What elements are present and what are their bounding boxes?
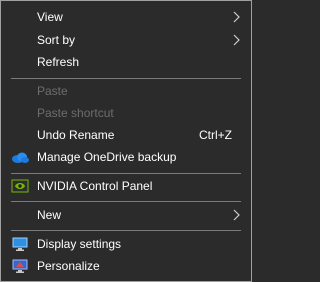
menu-item-personalize[interactable]: Personalize bbox=[1, 255, 251, 277]
menu-item-shortcut: Ctrl+Z bbox=[199, 128, 232, 142]
menu-item-label: View bbox=[37, 10, 63, 24]
menu-item-refresh[interactable]: Refresh bbox=[1, 51, 251, 73]
display-icon bbox=[12, 237, 28, 251]
chevron-right-icon bbox=[233, 11, 240, 23]
personalize-icon bbox=[12, 259, 28, 273]
menu-item-display-settings[interactable]: Display settings bbox=[1, 233, 251, 255]
menu-item-label: Paste shortcut bbox=[37, 106, 114, 120]
menu-item-label: Paste bbox=[37, 84, 68, 98]
menu-item-label: New bbox=[37, 208, 62, 222]
onedrive-icon bbox=[12, 152, 29, 163]
menu-item-manage-onedrive-backup[interactable]: Manage OneDrive backup bbox=[1, 146, 251, 168]
menu-item-paste-shortcut: Paste shortcut bbox=[1, 102, 251, 124]
menu-separator bbox=[11, 173, 241, 174]
chevron-right-icon bbox=[233, 209, 240, 221]
menu-item-paste: Paste bbox=[1, 80, 251, 102]
menu-item-label: Refresh bbox=[37, 55, 80, 69]
menu-item-new[interactable]: New bbox=[1, 204, 251, 226]
nvidia-icon bbox=[11, 179, 29, 193]
menu-item-label: Personalize bbox=[37, 259, 100, 273]
menu-separator bbox=[11, 78, 241, 79]
menu-item-label: Sort by bbox=[37, 33, 76, 47]
menu-item-label: Undo Rename bbox=[37, 128, 115, 142]
menu-separator bbox=[11, 230, 241, 231]
menu-item-label: Manage OneDrive backup bbox=[37, 150, 177, 164]
menu-separator bbox=[11, 201, 241, 202]
menu-item-view[interactable]: View bbox=[1, 6, 251, 28]
menu-item-nvidia-control-panel[interactable]: NVIDIA Control Panel bbox=[1, 175, 251, 197]
chevron-right-icon bbox=[233, 34, 240, 46]
menu-item-undo-rename[interactable]: Undo Rename Ctrl+Z bbox=[1, 124, 251, 146]
menu-item-sort-by[interactable]: Sort by bbox=[1, 29, 251, 51]
menu-item-label: NVIDIA Control Panel bbox=[37, 179, 153, 193]
context-menu: View Sort by Refresh Paste Paste shortcu… bbox=[0, 0, 252, 282]
menu-item-label: Display settings bbox=[37, 237, 122, 251]
